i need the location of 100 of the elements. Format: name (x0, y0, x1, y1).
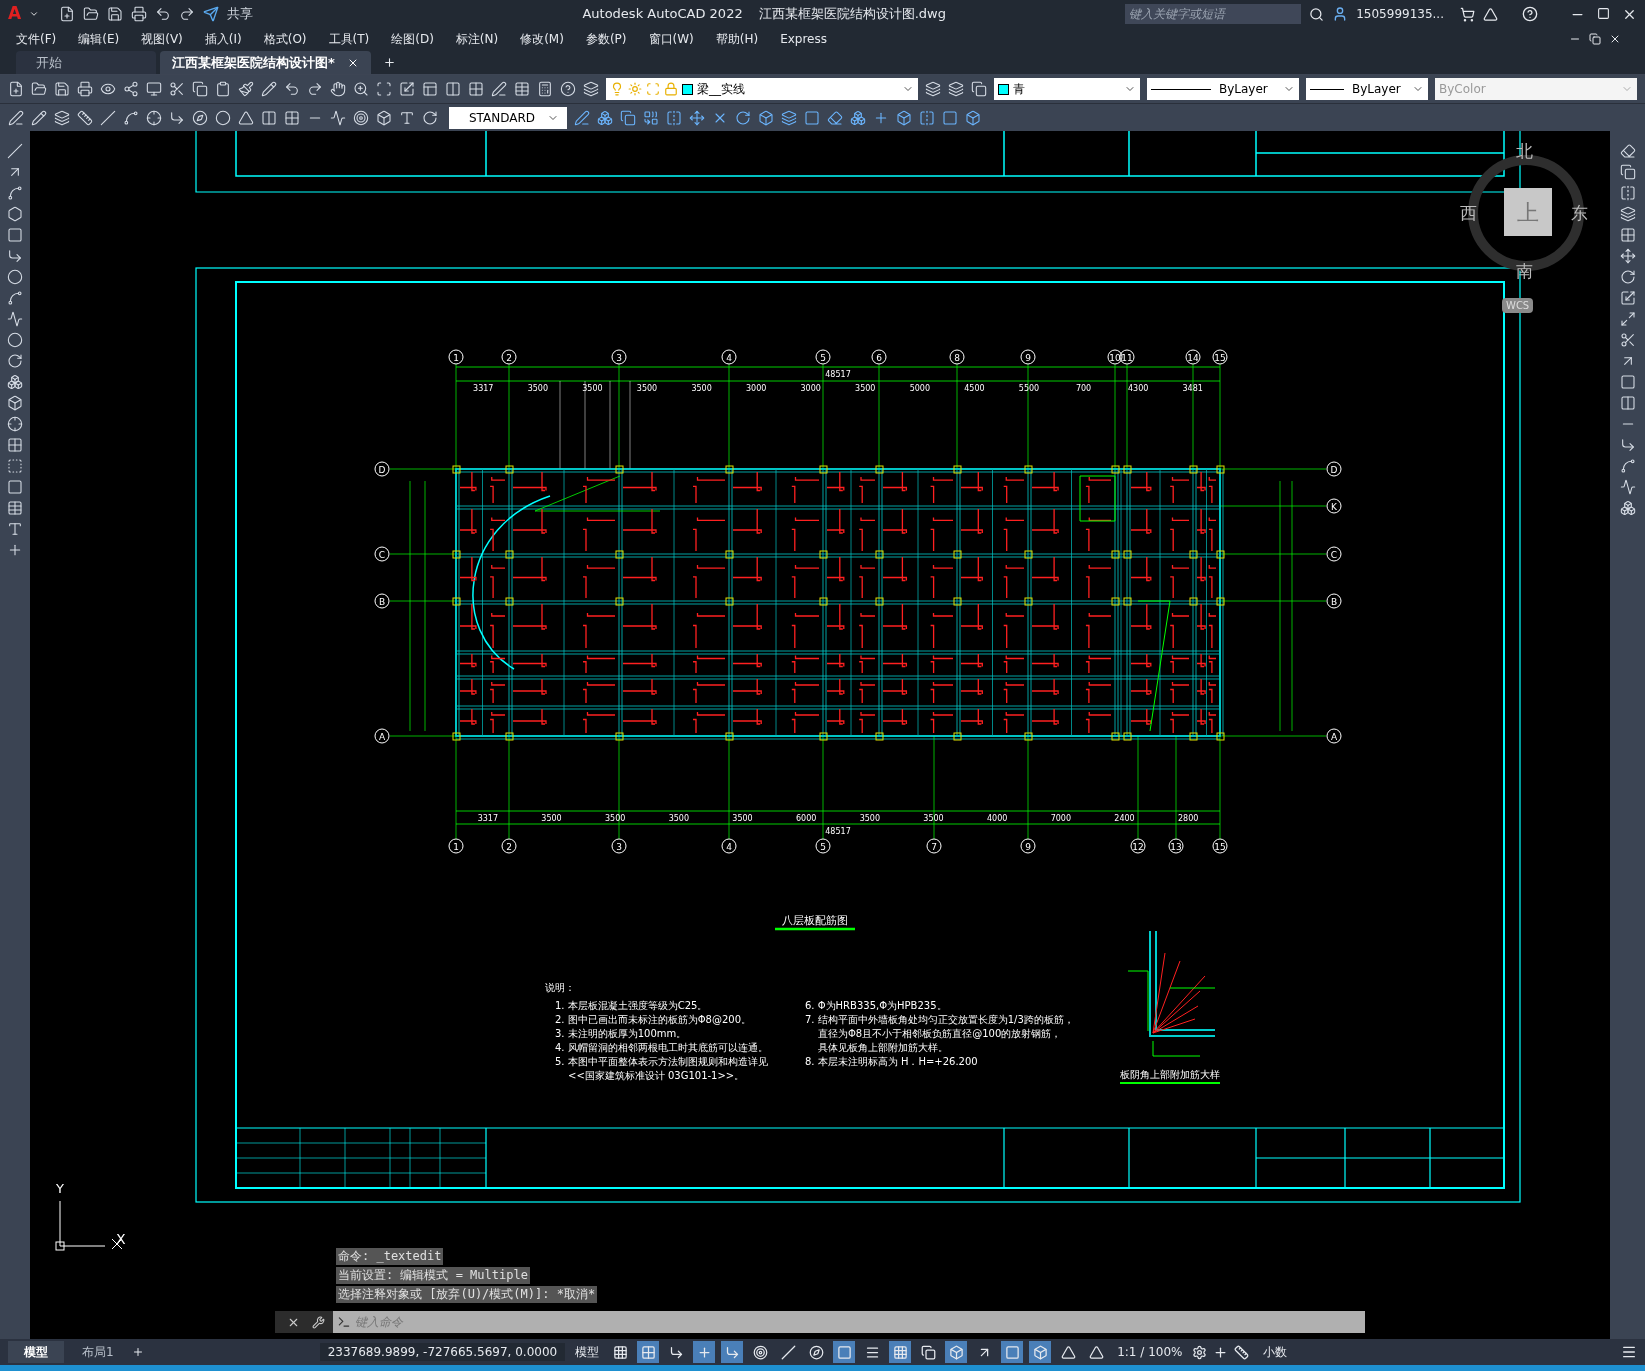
menu-item[interactable]: 插入(I) (204, 30, 242, 48)
note-line: 7. 结构平面中外墙板角处均匀正交放置长度为1/3跨的板筋， (805, 1014, 1074, 1025)
compass-west[interactable]: 西 (1460, 201, 1477, 227)
dimension-text: 2400 (1114, 814, 1135, 823)
menu-item[interactable]: 参数(P) (585, 30, 627, 48)
dimension-text: 7000 (1050, 814, 1071, 823)
compass-east[interactable]: 东 (1571, 201, 1588, 227)
dimension-text: 3500 (923, 814, 944, 823)
search-field[interactable]: 键入关键字或短语 (1125, 4, 1302, 24)
drawing-title: 八层板配筋图 (782, 914, 848, 927)
dimension-text: 3317 (477, 814, 498, 823)
dimension-text: 3500 (859, 814, 880, 823)
model-space-button[interactable]: 模型 (571, 1343, 604, 1361)
plot-style-name: ByColor (1439, 81, 1487, 98)
share-link[interactable]: 共享 (227, 4, 254, 24)
document-tab[interactable]: 江西某框架医院结构设计图* (160, 51, 371, 74)
dimension-text: 700 (1075, 384, 1092, 393)
dimension-text: 48517 (825, 827, 851, 836)
layer-dropdown[interactable]: 梁__实线 (606, 78, 918, 100)
note-line: 3. 未注明的板厚为100mm。 (555, 1028, 687, 1039)
axis-bubble: 3 (611, 349, 627, 365)
menu-item[interactable]: Express (780, 30, 827, 48)
linetype-dropdown[interactable]: ByLayer (1147, 78, 1299, 100)
menu-item[interactable]: 视图(V) (141, 30, 183, 48)
color-dropdown[interactable]: 青 (994, 78, 1140, 100)
lineweight-name: ByLayer (1352, 81, 1402, 98)
axis-bubble: 10 (1107, 349, 1123, 365)
note-line: 6. Φ为HRB335,Φ为HPB235。 (805, 1000, 947, 1011)
dimension-text: 4000 (987, 814, 1008, 823)
units-dropdown[interactable]: 小数 (1255, 1343, 1346, 1361)
menu-item[interactable]: 绘图(D) (391, 30, 434, 48)
axis-bubble: 13 (1168, 838, 1184, 854)
axis-bubble: 7 (926, 838, 942, 854)
axis-bubble: C (1326, 546, 1342, 562)
axis-bubble: 5 (815, 838, 831, 854)
note-line: 具体见板角上部附加筋大样。 (818, 1042, 948, 1053)
linetype-name: ByLayer (1219, 81, 1269, 98)
coordinates: 2337689.9899, -727665.5697, 0.0000 (319, 1343, 566, 1361)
app-title: Autodesk AutoCAD 2022 (582, 5, 743, 24)
dimension-text: 5500 (1018, 384, 1040, 393)
dimension-text: 3500 (605, 814, 626, 823)
axis-bubble: 9 (1020, 349, 1036, 365)
dimension-text: 3500 (582, 384, 603, 393)
note-line: 1. 本层板混凝土强度等级为C25。 (555, 1000, 708, 1011)
dimension-text: 3500 (668, 814, 689, 823)
menu-item[interactable]: 窗口(W) (648, 30, 694, 48)
axis-bubble: 2 (501, 838, 517, 854)
menu-item[interactable]: 帮助(H) (715, 30, 759, 48)
axis-bubble: 11 (1119, 349, 1135, 365)
axis-bubble: 12 (1130, 838, 1146, 854)
dimension-text: 48517 (825, 370, 851, 379)
compass-north[interactable]: 北 (1516, 139, 1533, 165)
compass-south[interactable]: 南 (1516, 259, 1533, 285)
dimension-text: 3481 (1182, 384, 1203, 393)
note-line: 5. 本图中平面整体表示方法制图规则和构造详见 (555, 1056, 768, 1067)
dimension-text: 4500 (964, 384, 985, 393)
note-line: 直径为Φ8且不小于相邻板负筋直径@100的放射钢筋， (818, 1028, 1062, 1039)
axis-bubble: D (1326, 461, 1342, 477)
user-name[interactable]: 1505999135... (1356, 5, 1444, 23)
layout-tab[interactable]: 模型 (8, 1341, 64, 1363)
dimension-text: 3500 (732, 814, 753, 823)
dimension-text: 3317 (473, 384, 494, 393)
dimension-text: 5000 (909, 384, 931, 393)
document-tab[interactable]: 开始 (16, 51, 156, 74)
menu-item[interactable]: 编辑(E) (78, 30, 120, 48)
dimension-text: 3000 (800, 384, 821, 393)
axis-bubble: 9 (1020, 838, 1036, 854)
axis-bubble: 6 (871, 349, 887, 365)
note-line: 4. 风帽留洞的相邻两根电工时其底筋可以连通。 (555, 1042, 768, 1053)
notes-heading: 说明： (545, 982, 575, 993)
axis-bubble: 4 (721, 349, 737, 365)
annotation-scale[interactable]: 1:1 / 100% (1113, 1343, 1187, 1361)
axis-bubble: 15 (1212, 349, 1228, 365)
dimension-text: 3500 (691, 384, 712, 393)
note-line: 2. 图中已画出而未标注的板筋为Φ8@200。 (555, 1014, 752, 1025)
menu-item[interactable]: 标注(N) (455, 30, 499, 48)
axis-bubble: 3 (611, 838, 627, 854)
dimension-text: 3500 (855, 384, 876, 393)
axis-bubble: 1 (448, 838, 464, 854)
axis-bubble: 15 (1212, 838, 1228, 854)
dimension-text: 3500 (527, 384, 549, 393)
axis-bubble: C (374, 546, 390, 562)
axis-bubble: 5 (815, 349, 831, 365)
axis-bubble: K (1326, 498, 1342, 514)
axis-bubble: A (374, 728, 390, 744)
menu-item[interactable]: 工具(T) (328, 30, 370, 48)
detail-caption: 板阴角上部附加筋大样 (1120, 1069, 1220, 1080)
axis-bubble: B (374, 593, 390, 609)
file-name: 江西某框架医院结构设计图.dwg (758, 5, 946, 24)
axis-bubble: 1 (448, 349, 464, 365)
menu-item[interactable]: 修改(M) (520, 30, 564, 48)
color-name: 青 (1013, 81, 1026, 98)
menu-item[interactable]: 文件(F) (16, 30, 57, 48)
menu-item[interactable]: 格式(O) (263, 30, 307, 48)
layout-tab[interactable]: 布局1 (70, 1341, 126, 1363)
axis-bubble: 14 (1185, 349, 1201, 365)
dimension-text: 3500 (541, 814, 562, 823)
lineweight-dropdown[interactable]: ByLayer (1306, 78, 1428, 100)
text-style-dropdown[interactable]: STANDARD (449, 106, 567, 129)
axis-bubble: B (1326, 593, 1342, 609)
